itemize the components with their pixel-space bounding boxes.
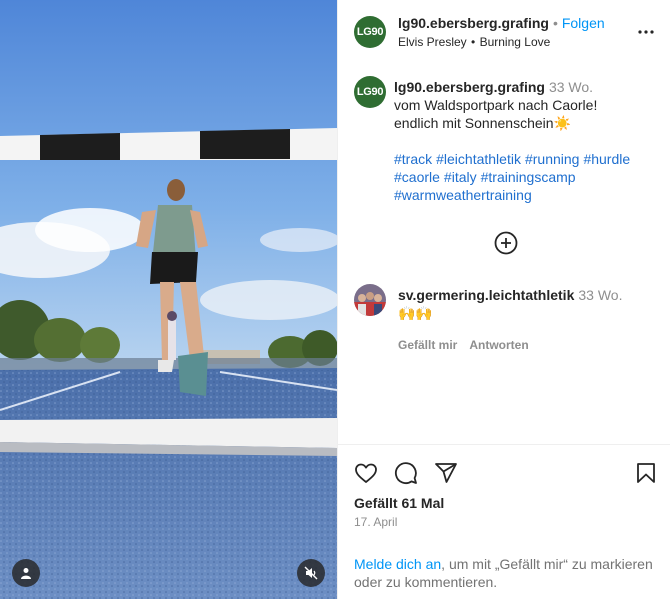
avatar-logo-text: LG90 bbox=[356, 86, 384, 98]
author-avatar[interactable]: LG90 bbox=[354, 16, 386, 48]
hashtag-link[interactable]: #caorle bbox=[394, 169, 440, 185]
muted-speaker-icon bbox=[304, 566, 318, 580]
like-button[interactable] bbox=[354, 461, 378, 485]
login-link[interactable]: Melde dich an bbox=[354, 556, 441, 572]
more-options-button[interactable] bbox=[634, 20, 658, 44]
hashtag-link[interactable]: #italy bbox=[444, 169, 477, 185]
post-date[interactable]: 17. April bbox=[354, 515, 397, 529]
tagged-users-button[interactable] bbox=[12, 559, 40, 587]
caption-line-2: endlich mit Sonnenschein☀️ bbox=[394, 115, 571, 131]
hashtag-list: #track #leichtathletik #running #hurdle #cao… bbox=[394, 150, 656, 204]
share-button[interactable] bbox=[434, 461, 458, 485]
save-button[interactable] bbox=[634, 461, 658, 485]
load-more-comments-button[interactable] bbox=[494, 231, 518, 255]
audio-toggle-button[interactable] bbox=[297, 559, 325, 587]
instagram-post: LG90 lg90.ebersberg.grafing • Folgen Elvis… bbox=[0, 0, 670, 599]
post-details-panel: LG90 lg90.ebersberg.grafing • Folgen Elvis… bbox=[337, 0, 670, 599]
caption-author-avatar[interactable]: LG90 bbox=[354, 76, 386, 108]
post-video[interactable] bbox=[0, 0, 337, 599]
caption-username-link[interactable]: lg90.ebersberg.grafing bbox=[394, 79, 545, 95]
comment-like-button[interactable]: Gefällt mir bbox=[398, 338, 457, 352]
comment-reply-button[interactable]: Antworten bbox=[469, 338, 528, 352]
commenter-avatar-image bbox=[354, 284, 386, 316]
music-separator: • bbox=[471, 35, 476, 49]
comment-button[interactable] bbox=[394, 461, 418, 485]
like-count[interactable]: Gefällt 61 Mal bbox=[354, 495, 444, 511]
heart-icon bbox=[355, 463, 377, 483]
author-username-link[interactable]: lg90.ebersberg.grafing bbox=[398, 15, 549, 31]
login-prompt: Melde dich an, um mit „Gefällt mir“ zu m… bbox=[354, 555, 660, 591]
comment-icon bbox=[395, 462, 417, 484]
caption-timestamp[interactable]: 33 Wo. bbox=[549, 79, 593, 95]
hashtag-link[interactable]: #warmweathertraining bbox=[394, 187, 532, 203]
hashtag-link[interactable]: #trainingscamp bbox=[481, 169, 576, 185]
music-song: Burning Love bbox=[479, 35, 551, 49]
user-tag-icon bbox=[21, 568, 31, 579]
share-icon bbox=[435, 463, 457, 483]
comment-text: 🙌🙌 bbox=[398, 305, 433, 321]
post-header: LG90 lg90.ebersberg.grafing • Folgen Elvis… bbox=[338, 0, 670, 64]
avatar-logo-text: LG90 bbox=[356, 26, 384, 38]
follow-button[interactable]: Folgen bbox=[562, 15, 605, 31]
author-line: lg90.ebersberg.grafing • Folgen bbox=[398, 15, 605, 31]
caption-line-1: vom Waldsportpark nach Caorle! bbox=[394, 97, 598, 113]
more-options-icon bbox=[638, 30, 654, 34]
commenter-avatar[interactable] bbox=[354, 284, 386, 316]
post-footer: Gefällt 61 Mal 17. April Melde dich an, … bbox=[338, 444, 670, 599]
comment-actions: Gefällt mir Antworten bbox=[398, 336, 654, 354]
hashtag-link[interactable]: #hurdle bbox=[583, 151, 630, 167]
video-frame bbox=[0, 0, 337, 599]
bookmark-icon bbox=[637, 463, 655, 483]
commenter-username-link[interactable]: sv.germering.leichtathletik bbox=[398, 287, 574, 303]
music-artist: Elvis Presley bbox=[398, 35, 467, 49]
separator-dot: • bbox=[552, 15, 558, 31]
audio-attribution[interactable]: Elvis Presley • Burning Love bbox=[398, 35, 550, 49]
caption-body: lg90.ebersberg.grafing 33 Wo. vom Waldspo… bbox=[394, 78, 656, 204]
comment-body: sv.germering.leichtathletik 33 Wo. 🙌🙌 Gef… bbox=[398, 286, 654, 354]
hashtag-link[interactable]: #leichtathletik bbox=[436, 151, 521, 167]
add-circle-icon bbox=[494, 231, 518, 255]
comment-timestamp[interactable]: 33 Wo. bbox=[578, 287, 622, 303]
action-bar bbox=[354, 461, 655, 485]
hashtag-link[interactable]: #running bbox=[525, 151, 580, 167]
hashtag-link[interactable]: #track bbox=[394, 151, 432, 167]
